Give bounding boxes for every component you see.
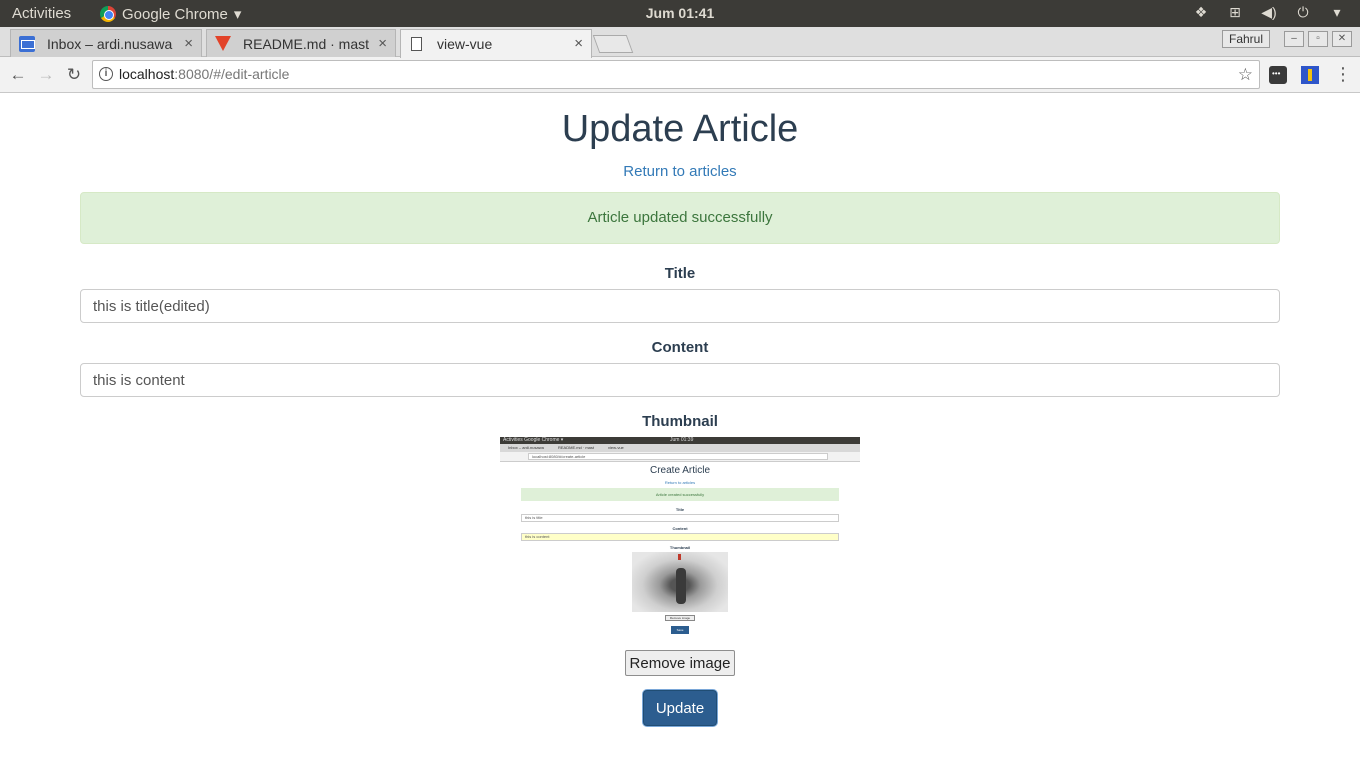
address-url: localhost:8080/#/edit-article [119,66,290,82]
tab-inbox[interactable]: Inbox – ardi.nusawa × [10,29,202,57]
title-label: Title [664,265,696,282]
chevron-down-icon[interactable]: ▾ [1328,4,1346,21]
tab-title: README.md · mast [243,35,370,52]
thumb-address-bar: localhost:8080/#/create-article [500,452,860,462]
thumb-return-link: Return to articles [664,480,696,485]
extension-icon[interactable] [1269,66,1287,84]
chevron-down-icon: ▾ [233,6,242,23]
title-input[interactable] [80,289,1280,323]
content-label: Content [651,339,709,356]
tab-view-vue[interactable]: view-vue × [400,29,592,58]
thumb-content-label: Content [672,526,688,531]
thumb-remove-button: Remove image [665,615,695,621]
more-vert-icon[interactable]: ⋮ [1334,64,1352,84]
bookmark-star-icon[interactable]: ☆ [1238,61,1253,88]
gitlab-icon [215,36,231,51]
tab-strip: Inbox – ardi.nusawa × README.md · mast ×… [0,27,1360,58]
tab-readme[interactable]: README.md · mast × [206,29,396,57]
system-top-bar: Activities Google Chrome ▾ Jum 01:41 ❖ ⊞… [0,0,1360,27]
thumb-title-input: this is title [521,514,839,522]
new-tab-button[interactable] [592,35,634,53]
close-icon[interactable]: × [574,35,583,52]
thumb-title: Create Article [649,465,711,476]
thumb-thumbnail-label: Thumbnail [669,545,691,550]
volume-icon[interactable]: ◀) [1260,4,1278,21]
profile-button[interactable]: Fahrul [1221,30,1270,48]
thumbnail-image: Activities Google Chrome ▾ Jum 01:39 Inb… [500,437,860,639]
thumb-save-button: Save [671,626,689,634]
mail-icon [19,36,35,52]
tab-title: view-vue [437,36,493,52]
content-input[interactable] [80,363,1280,397]
thumb-tab-strip: Inbox – ardi.nusawa README.md · mast vie… [500,444,860,452]
page-content: Update Article Return to articles Articl… [0,94,1360,768]
thumb-picture [632,552,728,612]
thumbnail-label: Thumbnail [642,413,718,430]
back-arrow-icon[interactable]: ← [7,64,29,86]
close-icon[interactable]: × [378,35,387,52]
thumb-alert: Article created successfully [521,488,839,501]
thumb-system-bar: Activities Google Chrome ▾ Jum 01:39 [500,437,860,444]
reload-icon[interactable]: ↻ [63,64,85,86]
update-button[interactable]: Update [643,690,717,726]
close-window-button[interactable]: ✕ [1332,31,1352,47]
chrome-icon [100,6,116,22]
forward-arrow-icon[interactable]: → [35,64,57,86]
dropbox-icon[interactable]: ❖ [1192,4,1210,21]
success-alert: Article updated successfully [80,192,1280,244]
minimize-button[interactable]: – [1284,31,1304,47]
system-tray: ❖ ⊞ ◀) ⏻ ▾ [1192,4,1346,21]
extension-icon[interactable] [1301,66,1319,84]
browser-toolbar: ← → ↻ i localhost:8080/#/edit-article ☆ … [0,57,1360,93]
tab-title: Inbox – ardi.nusawa [47,35,173,52]
maximize-button[interactable]: ▫ [1308,31,1328,47]
info-icon[interactable]: i [99,67,113,81]
network-icon[interactable]: ⊞ [1226,4,1244,21]
page-icon [411,37,422,51]
app-menu[interactable]: Google Chrome ▾ [100,5,241,23]
close-icon[interactable]: × [184,35,193,52]
app-menu-label: Google Chrome [122,5,228,23]
thumb-content-input: this is content [521,533,839,541]
remove-image-button[interactable]: Remove image [625,650,735,676]
page-title: Update Article [561,108,799,150]
address-bar[interactable]: i localhost:8080/#/edit-article ☆ [92,60,1260,89]
thumb-title-label: Title [675,507,685,512]
activities-button[interactable]: Activities [12,5,71,22]
power-icon[interactable]: ⏻ [1294,4,1312,21]
return-to-articles-link[interactable]: Return to articles [0,163,1360,180]
